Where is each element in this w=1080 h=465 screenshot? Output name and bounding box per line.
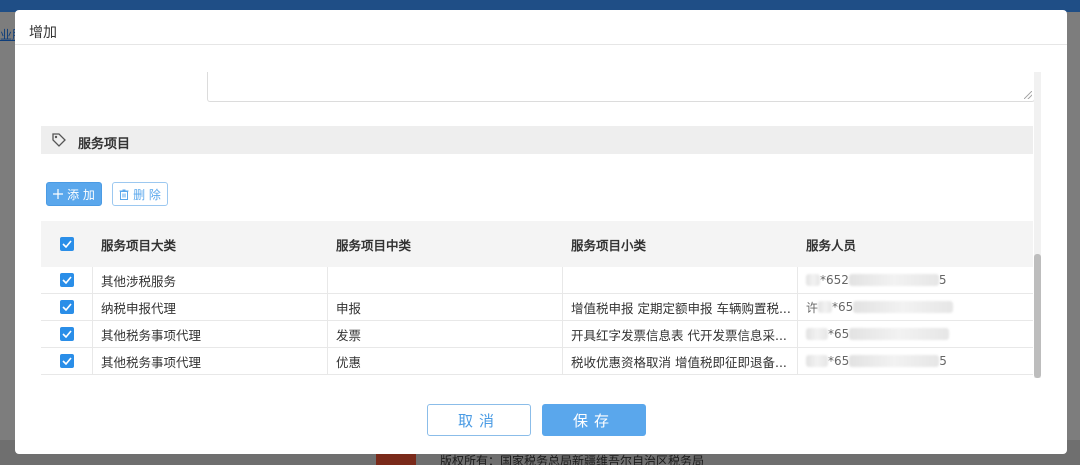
table-row[interactable]: 其他税务事项代理 优惠 税收优惠资格取消 增值税即征即退备... *65 5 (41, 348, 1033, 375)
person-code-end: 5 (938, 273, 947, 287)
redacted-id (853, 301, 954, 313)
row-checkbox[interactable] (59, 354, 74, 368)
dialog-header: 增加 (15, 10, 1067, 45)
check-icon (61, 303, 72, 311)
minor-category-cell: 税收优惠资格取消 增值税即征即退备... (563, 348, 798, 374)
resize-grip-icon[interactable] (1024, 91, 1032, 99)
header-minor-category[interactable]: 服务项目小类 (563, 221, 798, 267)
person-name-start: 许 (806, 300, 819, 315)
row-checkbox-cell (41, 294, 93, 320)
row-checkbox[interactable] (59, 300, 74, 314)
header-middle-category[interactable]: 服务项目中类 (328, 221, 563, 267)
dialog-scrollbar-thumb[interactable] (1034, 254, 1041, 378)
redacted-id (849, 328, 950, 340)
person-code: *65 (828, 354, 850, 368)
table-row[interactable]: 其他税务事项代理 发票 开具红字发票信息表 代开发票信息采... *65 (41, 321, 1033, 348)
person-code: *65 (828, 327, 850, 341)
row-checkbox[interactable] (59, 273, 74, 287)
minor-category-cell (563, 267, 798, 293)
row-checkbox-cell (41, 348, 93, 374)
select-all-cell (41, 221, 93, 267)
dialog-title: 增加 (29, 25, 57, 41)
redacted-id (849, 355, 940, 367)
check-icon (61, 276, 72, 284)
redacted-name (806, 274, 820, 286)
service-items-section-header: 服务项目 (41, 126, 1033, 154)
minor-category-cell: 增值税申报 定期定额申报 车辆购置税... (563, 294, 798, 320)
service-person-cell: 许 *65 (798, 294, 1033, 320)
trash-icon (119, 189, 129, 200)
person-code: *652 (820, 273, 849, 287)
person-code: *65 (832, 300, 854, 314)
service-person-cell: *652 5 (798, 267, 1033, 293)
major-category-cell: 其他涉税服务 (93, 267, 328, 293)
middle-category-cell (328, 267, 563, 293)
service-items-table: 服务项目大类 服务项目中类 服务项目小类 服务人员 其他涉税服务 *652 5 (41, 221, 1033, 375)
select-all-checkbox[interactable] (60, 237, 74, 251)
service-person-cell: *65 (798, 321, 1033, 347)
header-major-category[interactable]: 服务项目大类 (93, 221, 328, 267)
add-button[interactable]: 添 加 (46, 182, 102, 206)
row-checkbox-cell (41, 267, 93, 293)
redacted-name (818, 301, 833, 313)
redacted-name (806, 328, 828, 340)
add-dialog: 增加 服务项目 添 加 删 除 服务项目大类 服务项目中类 服务项目小类 服务人… (15, 10, 1067, 454)
row-checkbox-cell (41, 321, 93, 347)
plus-icon (53, 189, 64, 199)
table-row[interactable]: 其他涉税服务 *652 5 (41, 267, 1033, 294)
middle-category-cell: 发票 (328, 321, 563, 347)
middle-category-cell: 优惠 (328, 348, 563, 374)
section-title: 服务项目 (78, 137, 131, 152)
service-person-cell: *65 5 (798, 348, 1033, 374)
header-service-person[interactable]: 服务人员 (798, 221, 1033, 267)
save-button[interactable]: 保存 (542, 404, 646, 436)
major-category-cell: 纳税申报代理 (93, 294, 328, 320)
major-category-cell: 其他税务事项代理 (93, 321, 328, 347)
table-row[interactable]: 纳税申报代理 申报 增值税申报 定期定额申报 车辆购置税... 许 *65 (41, 294, 1033, 321)
person-code-end: 5 (939, 354, 947, 368)
delete-button[interactable]: 删 除 (112, 182, 168, 206)
check-icon (62, 240, 72, 248)
cancel-button[interactable]: 取消 (427, 404, 531, 436)
delete-button-label: 删 除 (133, 187, 161, 202)
check-icon (61, 330, 72, 338)
tag-icon (52, 133, 66, 147)
add-button-label: 添 加 (67, 187, 95, 202)
redacted-name (806, 355, 828, 367)
table-header: 服务项目大类 服务项目中类 服务项目小类 服务人员 (41, 221, 1033, 267)
middle-category-cell: 申报 (328, 294, 563, 320)
remarks-textarea[interactable] (207, 72, 1035, 102)
major-category-cell: 其他税务事项代理 (93, 348, 328, 374)
check-icon (61, 357, 72, 365)
redacted-id (848, 274, 939, 286)
minor-category-cell: 开具红字发票信息表 代开发票信息采... (563, 321, 798, 347)
row-checkbox[interactable] (59, 327, 74, 341)
